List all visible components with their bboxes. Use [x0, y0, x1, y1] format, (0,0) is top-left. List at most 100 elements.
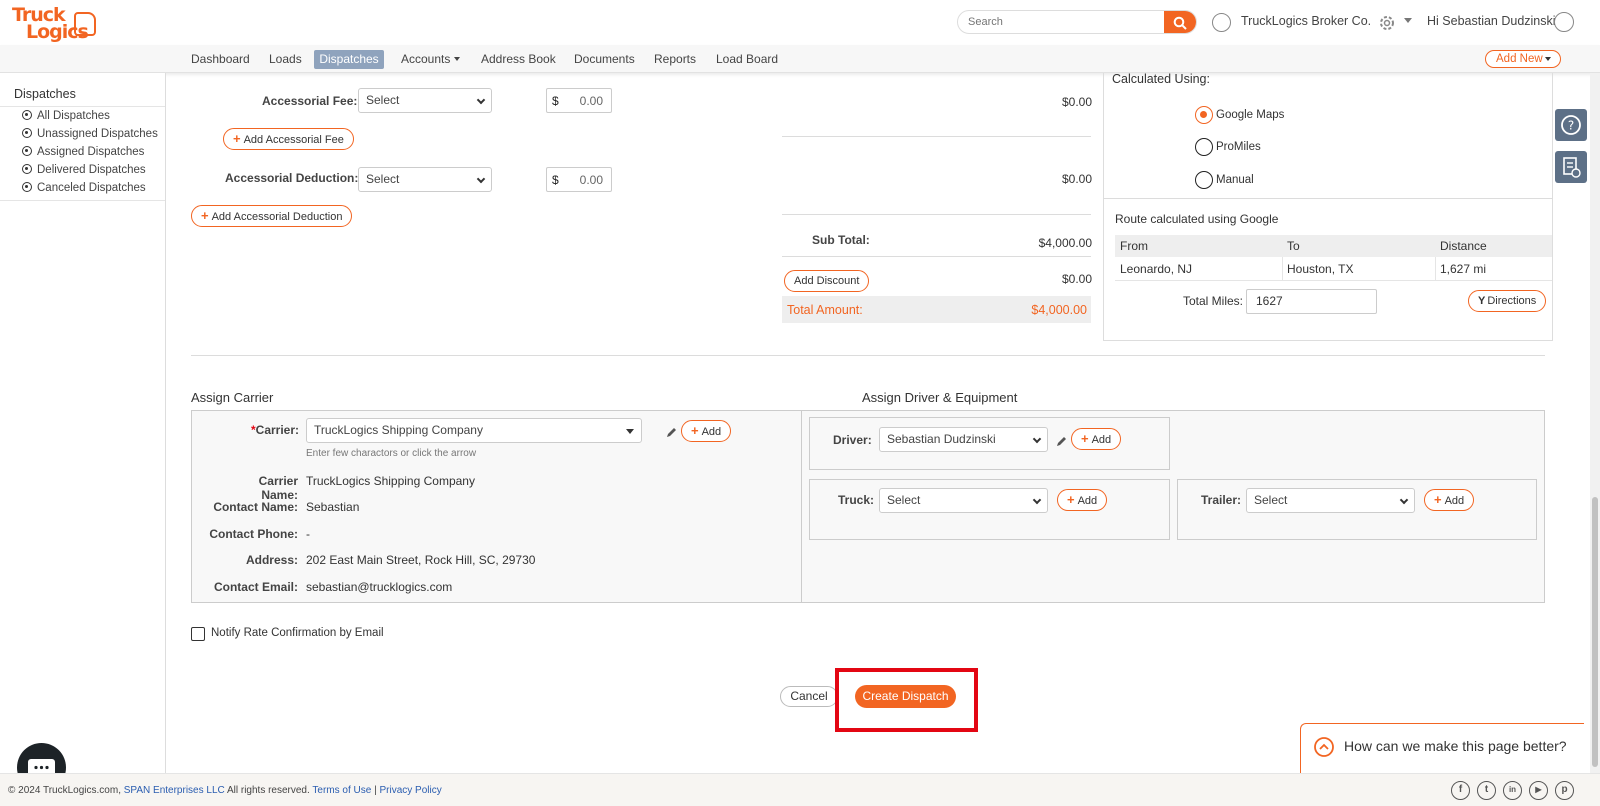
terms-link[interactable]: Terms of Use — [312, 785, 371, 796]
trucklogics-logo[interactable]: Truck Logics — [12, 4, 96, 44]
chevron-down-icon — [476, 174, 486, 184]
footer: © 2024 TruckLogics.com, SPAN Enterprises… — [0, 773, 1600, 806]
cell-from: Leonardo, NJ — [1120, 262, 1193, 276]
privacy-link[interactable]: Privacy Policy — [379, 785, 441, 796]
bullet-icon — [22, 146, 32, 156]
search-input[interactable] — [958, 11, 1158, 33]
linkedin-icon[interactable]: in — [1503, 781, 1522, 800]
route-table-row: Leonardo, NJ Houston, TX 1,627 mi — [1115, 257, 1552, 281]
add-trailer-button[interactable]: + Add — [1424, 489, 1475, 511]
add-truck-button[interactable]: + Add — [1057, 489, 1108, 511]
sidebar-item-all-dispatches[interactable]: All Dispatches — [22, 110, 110, 122]
nav-reports[interactable]: Reports — [654, 52, 696, 66]
notify-checkbox[interactable] — [191, 627, 205, 641]
contact-name-value: Sebastian — [306, 500, 360, 514]
footer-text: © 2024 TruckLogics.com, SPAN Enterprises… — [8, 785, 442, 796]
report-button[interactable] — [1555, 151, 1587, 183]
user-avatar-icon[interactable] — [1554, 12, 1574, 32]
assign-carrier-title: Assign Carrier — [191, 390, 274, 405]
trailer-label: Trailer: — [1201, 493, 1242, 507]
calculated-using-label: Calculated Using: — [1112, 72, 1210, 86]
assign-driver-title: Assign Driver & Equipment — [862, 390, 1018, 405]
total-miles-input[interactable]: 1627 — [1246, 289, 1377, 314]
cancel-button[interactable]: Cancel — [780, 686, 838, 707]
chevron-down-icon[interactable] — [1404, 18, 1412, 23]
nav-dispatches[interactable]: Dispatches — [314, 50, 384, 69]
scrollbar-thumb[interactable] — [1592, 497, 1598, 767]
sidebar-item-unassigned-dispatches[interactable]: Unassigned Dispatches — [22, 128, 158, 140]
search-button[interactable] — [1164, 11, 1196, 33]
youtube-icon[interactable]: ▶ — [1529, 781, 1548, 800]
carrier-hint: Enter few charactors or click the arrow — [306, 448, 477, 459]
company-link[interactable]: SPAN Enterprises LLC — [124, 785, 225, 796]
sidebar-item-assigned-dispatches[interactable]: Assigned Dispatches — [22, 146, 144, 158]
directions-icon: Y — [1478, 295, 1486, 307]
feedback-widget[interactable]: How can we make this page better? — [1300, 723, 1584, 773]
help-button[interactable]: ? — [1555, 109, 1587, 141]
driver-select[interactable]: Sebastian Dudzinski — [879, 427, 1048, 452]
chevron-down-icon — [476, 95, 486, 105]
trailer-select[interactable]: Select — [1246, 488, 1415, 513]
plus-icon: + — [1067, 492, 1075, 507]
facebook-icon[interactable]: f — [1451, 781, 1470, 800]
nav-loads[interactable]: Loads — [269, 52, 302, 66]
nav-accounts[interactable]: Accounts — [401, 52, 460, 66]
chevron-down-icon — [1032, 495, 1042, 505]
sidebar-item-delivered-dispatches[interactable]: Delivered Dispatches — [22, 164, 146, 176]
nav-load-board[interactable]: Load Board — [716, 52, 778, 66]
cell-to: Houston, TX — [1287, 262, 1354, 276]
divider — [0, 200, 165, 201]
caret-down-icon — [1545, 57, 1551, 61]
nav-dashboard[interactable]: Dashboard — [191, 52, 250, 66]
bullet-icon — [22, 110, 32, 120]
accessorial-fee-amount-input[interactable]: $0.00 — [546, 88, 612, 113]
pencil-icon[interactable] — [666, 427, 677, 438]
contact-email-label: Contact Email: — [213, 580, 298, 594]
nav-address-book[interactable]: Address Book — [481, 52, 556, 66]
col-distance: Distance — [1440, 239, 1487, 253]
total-amount-value: $4,000.00 — [1031, 303, 1087, 317]
chevron-up-circle-icon — [1314, 737, 1334, 757]
carrier-select[interactable]: TruckLogics Shipping Company — [306, 418, 642, 443]
radio-google-maps[interactable] — [1195, 106, 1213, 124]
add-discount-button[interactable]: Add Discount — [784, 270, 870, 292]
sidebar: Dispatches All Dispatches Unassigned Dis… — [0, 73, 166, 773]
company-name[interactable]: TruckLogics Broker Co. — [1241, 14, 1371, 28]
directions-button[interactable]: Y Directions — [1468, 290, 1547, 312]
contact-name-label: Contact Name: — [213, 500, 298, 514]
add-carrier-button[interactable]: + Add — [681, 420, 732, 442]
address-label: Address: — [245, 553, 298, 567]
total-amount-row: Total Amount: $4,000.00 — [782, 296, 1091, 323]
accessorial-deduction-label: Accessorial Deduction: — [225, 171, 359, 185]
divider — [0, 106, 165, 107]
plus-icon: + — [691, 423, 699, 438]
chevron-down-icon — [1399, 495, 1409, 505]
plus-icon: + — [1081, 431, 1089, 446]
accessorial-fee-select[interactable]: Select — [358, 88, 492, 113]
twitter-icon[interactable]: t — [1477, 781, 1496, 800]
radio-promiles[interactable] — [1195, 138, 1213, 156]
add-accessorial-deduction-button[interactable]: + Add Accessorial Deduction — [191, 205, 353, 227]
sidebar-item-canceled-dispatches[interactable]: Canceled Dispatches — [22, 182, 146, 194]
pinterest-icon[interactable]: p — [1555, 781, 1574, 800]
route-note: Route calculated using Google — [1115, 212, 1279, 226]
radio-manual[interactable] — [1195, 171, 1213, 189]
add-new-button[interactable]: Add New — [1485, 50, 1561, 68]
caret-down-icon — [626, 429, 634, 434]
truck-select[interactable]: Select — [879, 488, 1048, 513]
sidebar-title: Dispatches — [14, 87, 76, 101]
search-box — [957, 10, 1197, 34]
settings-gear-icon[interactable] — [1376, 12, 1398, 37]
contact-phone-label: Contact Phone: — [209, 527, 298, 541]
divider — [1282, 257, 1283, 281]
add-driver-button[interactable]: + Add — [1071, 428, 1122, 450]
user-greeting[interactable]: Hi Sebastian Dudzinski — [1427, 14, 1556, 28]
question-icon: ? — [1561, 115, 1581, 135]
add-accessorial-fee-button[interactable]: + Add Accessorial Fee — [223, 128, 354, 150]
accessorial-deduction-value: $0.00 — [1061, 172, 1092, 186]
nav-documents[interactable]: Documents — [574, 52, 635, 66]
accessorial-deduction-select[interactable]: Select — [358, 167, 492, 192]
total-amount-label: Total Amount: — [787, 303, 863, 317]
pencil-icon[interactable] — [1056, 436, 1067, 447]
accessorial-deduction-amount-input[interactable]: $0.00 — [546, 167, 612, 192]
